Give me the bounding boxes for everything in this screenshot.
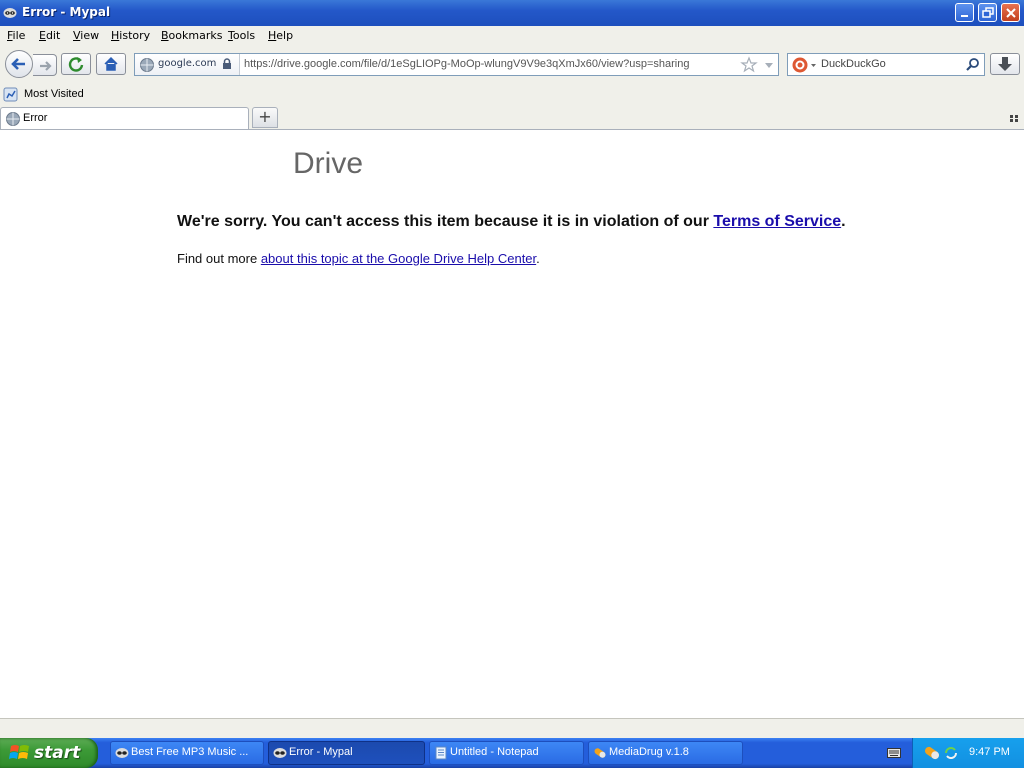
menu-bookmarks[interactable]: Bookmarks <box>161 29 222 42</box>
network-recycle-icon[interactable] <box>943 745 959 761</box>
terms-of-service-link[interactable]: Terms of Service <box>713 213 841 230</box>
restore-icon <box>982 7 994 18</box>
forward-arrow-icon <box>40 61 52 71</box>
reload-button[interactable] <box>61 53 91 75</box>
home-button[interactable] <box>96 53 126 75</box>
error-heading: We're sorry. You can't access this item … <box>177 213 846 231</box>
window-title-bar[interactable]: Error - Mypal <box>0 0 1024 26</box>
notepad-icon <box>435 746 447 760</box>
menu-history[interactable]: History <box>111 29 150 42</box>
search-bar[interactable]: DuckDuckGo <box>787 53 985 76</box>
pill-capsule-icon[interactable] <box>923 744 941 762</box>
page-content: Drive We're sorry. You can't access this… <box>0 130 1024 718</box>
help-center-link[interactable]: about this topic at the Google Drive Hel… <box>261 251 536 266</box>
mypal-raccoon-icon <box>3 8 17 18</box>
windows-logo-icon <box>9 745 29 759</box>
menu-help[interactable]: Help <box>268 29 293 42</box>
mypal-raccoon-icon <box>115 748 129 758</box>
address-bar[interactable]: google.com https://drive.google.com/file… <box>134 53 779 76</box>
taskbar-item-label: Best Free MP3 Music ... <box>131 746 249 758</box>
minimize-icon <box>961 15 968 17</box>
pill-capsule-icon <box>594 748 606 758</box>
most-visited-icon <box>3 87 18 102</box>
identity-host: google.com <box>158 58 217 69</box>
tab-label: Error <box>23 112 48 124</box>
minimize-button[interactable] <box>955 3 974 22</box>
tab-strip: Error + <box>0 106 1024 130</box>
system-tray: 9:47 PM <box>912 738 1024 768</box>
downloads-button[interactable] <box>990 53 1020 75</box>
forward-button[interactable] <box>33 54 57 76</box>
navigation-toolbar: google.com https://drive.google.com/file… <box>0 46 1024 84</box>
download-arrow-icon <box>998 57 1012 71</box>
mypal-raccoon-icon <box>273 748 287 758</box>
drive-logo: Drive <box>293 147 364 180</box>
help-line: Find out more about this topic at the Go… <box>177 251 540 266</box>
error-heading-period: . <box>841 213 846 230</box>
search-placeholder: DuckDuckGo <box>821 58 886 70</box>
keyboard-language-icon[interactable] <box>887 747 901 759</box>
restore-button[interactable] <box>978 3 997 22</box>
help-line-period: . <box>536 251 540 266</box>
taskbar-item-label: Error - Mypal <box>289 746 353 758</box>
site-identity-button[interactable]: google.com <box>135 54 240 75</box>
taskbar-item-mypal[interactable]: Error - Mypal <box>268 741 425 765</box>
taskbar-item-mediadrug[interactable]: MediaDrug v.1.8 <box>588 741 743 765</box>
bookmarks-toolbar: Most Visited <box>0 84 1024 106</box>
list-all-tabs-icon[interactable] <box>1009 113 1019 123</box>
close-button[interactable] <box>1001 3 1020 22</box>
new-tab-button[interactable]: + <box>252 107 278 128</box>
bookmark-most-visited[interactable]: Most Visited <box>24 88 84 100</box>
start-button[interactable]: start <box>0 738 98 768</box>
globe-icon <box>6 112 20 126</box>
reload-icon <box>68 57 84 72</box>
taskbar-item-label: MediaDrug v.1.8 <box>609 746 689 758</box>
bookmark-star-icon[interactable] <box>740 56 758 74</box>
clock[interactable]: 9:47 PM <box>969 746 1010 758</box>
taskbar: start Best Free MP3 Music ... Error - My… <box>0 738 1024 768</box>
url-dropdown-icon[interactable] <box>763 59 775 71</box>
taskbar-item-notepad[interactable]: Untitled - Notepad <box>429 741 584 765</box>
window-title: Error - Mypal <box>22 5 111 19</box>
home-icon <box>104 56 118 71</box>
lock-icon <box>223 58 231 69</box>
status-bar <box>0 718 1024 738</box>
menu-tools[interactable]: Tools <box>228 29 255 42</box>
menu-edit[interactable]: Edit <box>39 29 60 42</box>
close-icon <box>1006 8 1016 18</box>
error-heading-text: We're sorry. You can't access this item … <box>177 213 714 230</box>
back-button[interactable] <box>5 50 33 78</box>
url-text: https://drive.google.com/file/d/1eSgLIOP… <box>244 58 690 70</box>
taskbar-item-label: Untitled - Notepad <box>450 746 539 758</box>
menu-view[interactable]: View <box>73 29 99 42</box>
globe-icon <box>140 58 154 72</box>
duckduckgo-engine-icon[interactable] <box>790 55 818 75</box>
menu-file[interactable]: File <box>7 29 25 42</box>
start-label: start <box>34 743 81 763</box>
help-line-text: Find out more <box>177 251 261 266</box>
menu-bar: File Edit View History Bookmarks Tools H… <box>0 26 1024 46</box>
taskbar-item-mp3-music[interactable]: Best Free MP3 Music ... <box>110 741 264 765</box>
tab-error[interactable]: Error <box>0 107 249 129</box>
search-icon[interactable] <box>965 57 981 73</box>
plus-icon: + <box>258 107 272 126</box>
back-arrow-icon <box>11 58 25 70</box>
